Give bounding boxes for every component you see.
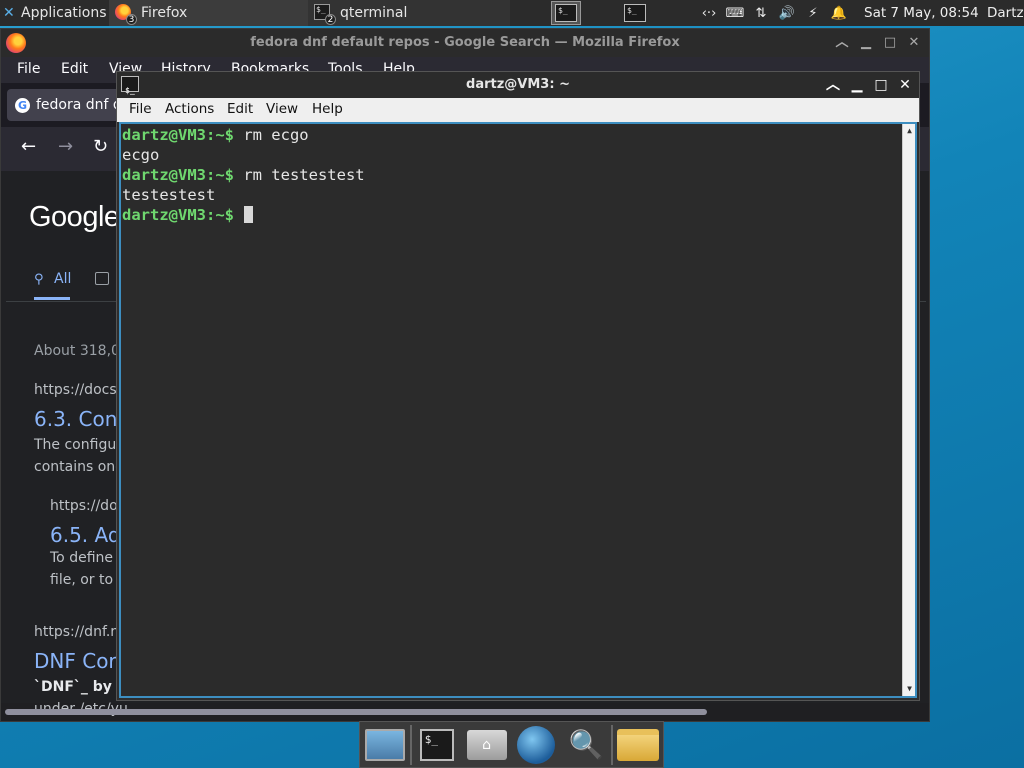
result-url[interactable]: https://doc — [50, 498, 125, 514]
shell-prompt: dartz@VM3:~$ — [122, 126, 234, 144]
dock-screenshot[interactable] — [360, 722, 410, 768]
folder-icon — [617, 728, 660, 761]
firefox-titlebar[interactable]: fedora dnf default repos - Google Search… — [1, 29, 929, 57]
xfce-logo-icon: ✕ — [3, 5, 15, 21]
window-title: fedora dnf default repos - Google Search… — [250, 35, 680, 50]
terminal-line: dartz@VM3:~$ rm testestest — [122, 165, 915, 185]
workspace-1[interactable]: $_ — [551, 1, 581, 25]
applications-label: Applications — [21, 5, 107, 21]
dock: $_ ⌂ 🔍 — [359, 721, 664, 768]
chevron-up-icon[interactable]: ︿ — [823, 72, 843, 98]
command-text: rm ecgo — [233, 126, 309, 144]
result-title[interactable]: 6.3. Conf — [34, 407, 124, 431]
volume-icon[interactable]: 🔊 — [774, 6, 800, 21]
window-title: dartz@VM3: ~ — [466, 77, 570, 92]
firefox-task-icon: 3 — [115, 4, 137, 25]
terminal-output[interactable]: dartz@VM3:~$ rm ecgo ecgo dartz@VM3:~$ r… — [119, 122, 917, 698]
system-tray: ‹·› ⌨ ⇅ 🔊 ⚡ 🔔 — [696, 0, 852, 26]
menu-file[interactable]: File — [129, 101, 152, 117]
user-menu[interactable]: Dartz — [987, 0, 1024, 26]
terminal-icon: $_ — [624, 4, 646, 22]
terminal-icon: $_ — [121, 76, 139, 95]
window-count-badge: 3 — [126, 14, 137, 25]
taskbar-qterminal[interactable]: $_ 2 qterminal — [308, 0, 510, 26]
transfer-arrows-icon[interactable]: ⇅ — [748, 6, 774, 21]
close-button[interactable]: ✕ — [895, 72, 915, 98]
terminal-line: ecgo — [122, 146, 160, 164]
result-url[interactable]: https://dnf.re — [34, 624, 124, 640]
menu-help[interactable]: Help — [312, 101, 343, 117]
taskbar-firefox[interactable]: 3 Firefox — [109, 0, 308, 26]
applications-menu[interactable]: ✕ Applications — [0, 0, 108, 26]
terminal-line: dartz@VM3:~$ rm ecgo — [122, 125, 915, 145]
menu-edit[interactable]: Edit — [61, 61, 88, 77]
back-arrow-icon[interactable]: ← — [21, 136, 36, 157]
taskbar-label: Firefox — [141, 5, 188, 21]
firefox-icon — [6, 33, 26, 53]
vertical-scrollbar[interactable]: ▲ ▼ — [902, 124, 915, 696]
terminal-line: dartz@VM3:~$ — [122, 205, 915, 225]
result-snippet: To define a — [50, 550, 127, 566]
google-favicon-icon: G — [15, 97, 30, 113]
browser-tab[interactable]: G fedora dnf d — [7, 89, 127, 121]
chevron-up-icon[interactable]: ︿ — [833, 29, 851, 57]
taskbar-label: qterminal — [340, 5, 408, 21]
shell-prompt: dartz@VM3:~$ — [122, 166, 234, 184]
search-icon: ⚲ — [34, 272, 44, 287]
dock-folder[interactable] — [613, 722, 663, 768]
google-logo[interactable]: Google — [29, 201, 120, 234]
shell-prompt: dartz@VM3:~$ — [122, 206, 234, 224]
notification-bell-icon[interactable]: 🔔 — [826, 6, 852, 21]
dock-home-folder[interactable]: ⌂ — [462, 722, 512, 768]
clock[interactable]: Sat 7 May, 08:54 — [864, 0, 979, 26]
qterminal-task-icon: $_ 2 — [314, 4, 336, 25]
home-folder-icon: ⌂ — [466, 729, 507, 760]
qterminal-titlebar[interactable]: $_ dartz@VM3: ~ ︿ ▁ □ ✕ — [117, 72, 919, 98]
network-icon[interactable]: ‹·› — [696, 6, 722, 21]
maximize-button[interactable]: □ — [881, 29, 899, 57]
minimize-button[interactable]: ▁ — [857, 29, 875, 57]
forward-arrow-icon[interactable]: → — [58, 136, 73, 157]
top-panel: ✕ Applications 3 Firefox $_ 2 qterminal … — [0, 0, 1024, 26]
window-count-badge: 2 — [325, 14, 336, 25]
close-button[interactable]: ✕ — [905, 29, 923, 57]
search-icon: 🔍 — [568, 727, 604, 761]
result-title[interactable]: DNF Cor — [34, 649, 117, 673]
screenshot-icon — [364, 728, 405, 761]
power-icon[interactable]: ⚡ — [800, 6, 826, 21]
workspace-2[interactable]: $_ — [620, 1, 650, 25]
result-snippet: contains one — [34, 459, 124, 475]
menu-file[interactable]: File — [17, 61, 40, 77]
result-snippet: file, or to a — [50, 572, 127, 588]
horizontal-scrollbar[interactable] — [5, 709, 707, 715]
terminal-icon: $_ — [419, 728, 454, 761]
qterminal-window: $_ dartz@VM3: ~ ︿ ▁ □ ✕ File Actions Edi… — [116, 71, 920, 701]
result-url[interactable]: https://docs.f — [34, 382, 126, 398]
terminal-icon: $_ — [555, 4, 577, 22]
dock-terminal[interactable]: $_ — [412, 722, 462, 768]
reload-icon[interactable]: ↻ — [93, 136, 108, 157]
tab-label: fedora dnf d — [36, 97, 122, 113]
text-cursor — [244, 206, 254, 223]
terminal-line: testestest — [122, 186, 216, 204]
minimize-button[interactable]: ▁ — [847, 72, 867, 98]
dock-web-browser[interactable] — [511, 722, 561, 768]
command-text: rm testestest — [233, 166, 365, 184]
active-tab-indicator — [34, 297, 70, 300]
scroll-down-arrow-icon[interactable]: ▼ — [904, 684, 915, 694]
maximize-button[interactable]: □ — [871, 72, 891, 98]
scroll-up-arrow-icon[interactable]: ▲ — [904, 126, 915, 136]
web-browser-icon — [517, 725, 556, 764]
menu-actions[interactable]: Actions — [165, 101, 214, 117]
keyboard-icon[interactable]: ⌨ — [722, 6, 748, 21]
tab-all[interactable]: All — [54, 271, 71, 287]
menu-edit[interactable]: Edit — [227, 101, 253, 117]
result-stats: About 318,00 — [34, 343, 129, 359]
result-title[interactable]: 6.5. Ad — [50, 523, 121, 547]
menu-view[interactable]: View — [266, 101, 298, 117]
dock-search[interactable]: 🔍 — [561, 722, 611, 768]
qterminal-menubar: File Actions Edit View Help — [117, 98, 919, 122]
command-text — [234, 206, 243, 224]
image-icon[interactable] — [95, 272, 109, 285]
